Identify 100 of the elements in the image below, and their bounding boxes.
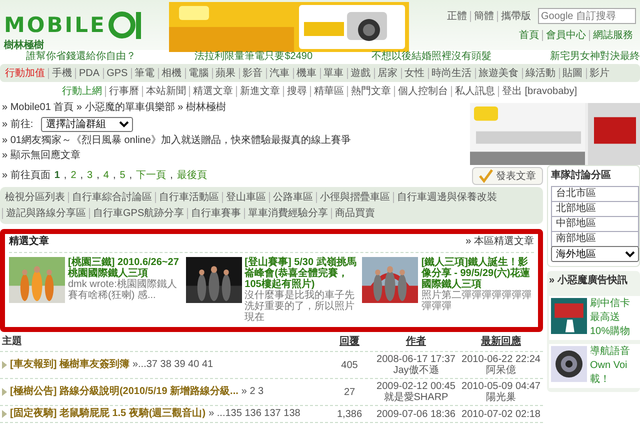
page-links[interactable]: »...37 38 39 40 41 [132, 359, 214, 371]
notice-link[interactable]: » 01網友獨家～《烈日風暴 online》加入就送贈品，快來體驗最擬真的線上賽爭 [2, 135, 470, 147]
nav-link[interactable]: 精選文章 [188, 86, 236, 97]
category-link[interactable]: GPS [102, 68, 131, 78]
breadcrumb-link[interactable]: Mobile01 首頁 [10, 102, 74, 113]
site-link[interactable]: 網誌服務 [589, 30, 636, 41]
language-link[interactable]: 攜帶版 [497, 10, 534, 22]
subforum-link[interactable]: 小徑與摺疊車區 [316, 192, 393, 203]
topic-link[interactable]: [極樹公告] 路線分級說明(2010/5/19 新增路線分級... [10, 386, 238, 398]
promo-link[interactable]: 新宅男女神對決最終 [550, 51, 640, 63]
subforum-link[interactable]: 檢視分區列表 [2, 192, 68, 203]
category-link[interactable]: 電腦 [184, 68, 212, 78]
district-select[interactable]: 海外地區 [551, 246, 639, 262]
category-link[interactable]: 居家 [374, 68, 401, 78]
category-link[interactable]: 汽車 [266, 68, 293, 78]
page-link[interactable]: 2 [70, 170, 76, 182]
post-button[interactable]: 發表文章 [472, 167, 543, 185]
nav-link[interactable]: 本站新聞 [142, 86, 189, 97]
language-link[interactable]: 正體 [444, 10, 470, 22]
topic-link[interactable]: [車友報到] 極樹車友簽到簿 [10, 359, 130, 371]
promo-link[interactable]: 誰幫你省錢還給你自由？ [26, 51, 136, 63]
subforum-link[interactable]: 自行車週邊與保養改裝 [393, 192, 500, 203]
page-link[interactable]: 4 [103, 170, 109, 182]
category-link[interactable]: 筆電 [130, 68, 158, 78]
category-link[interactable]: 手機 [48, 68, 75, 78]
post-time: 2009-07-06 18:36 [376, 408, 456, 420]
ad-link[interactable]: 刷中信卡 [590, 298, 630, 310]
nav-link[interactable]: 搜尋 [282, 86, 310, 97]
page-link[interactable]: 下一頁 [136, 170, 166, 182]
ad-link[interactable]: Own Voi [590, 360, 630, 372]
subforum-link[interactable]: 自行車賽事 [187, 208, 244, 219]
breadcrumb-link[interactable]: 樹林極樹 [186, 102, 226, 113]
nav-link[interactable]: 行事曆 [104, 86, 142, 97]
ad-link[interactable]: 導航語音 [590, 346, 630, 358]
subforum-link[interactable]: 遊記與路線分享區 [2, 208, 89, 219]
post-time: 2008-06-17 17:37 [376, 354, 456, 365]
subforum-link[interactable]: 登山車區 [222, 192, 269, 203]
district-link[interactable]: 台北市區 [551, 186, 639, 202]
category-link[interactable]: 遊戲 [346, 68, 374, 78]
article-link[interactable]: [登山賽事] 5/30 武嶺挑馬崙峰會(恭喜全體完賽，105樓起有照片) [244, 257, 358, 290]
topic-link[interactable]: [固定夜騎] 老鼠騎屁屁 1.5 夜騎(週三觀音山) [10, 408, 206, 420]
category-link[interactable]: 單車 [320, 68, 347, 78]
promo-link[interactable]: 不想以後結婚照裡沒有頭髮 [371, 51, 492, 63]
subforum-link[interactable]: 自行車GPS航跡分享 [89, 208, 188, 219]
page-links[interactable]: » 2 3 [241, 386, 264, 398]
ad-link[interactable]: 載！ [590, 374, 630, 386]
more-link[interactable]: » 本區精選文章 [466, 236, 534, 248]
category-link[interactable]: 旅遊美食 [474, 68, 522, 78]
district-link[interactable]: 中部地區 [551, 216, 639, 232]
category-link[interactable]: 女性 [400, 68, 428, 78]
category-link[interactable]: 相機 [158, 68, 185, 78]
category-link[interactable]: PDA [75, 68, 103, 78]
subforum-link[interactable]: 自行車綜合討論區 [68, 192, 155, 203]
site-link[interactable]: 首頁 [516, 30, 542, 41]
category-link[interactable]: 綠活動 [522, 68, 559, 78]
nav-link[interactable]: 個人控制台 [394, 86, 451, 97]
subforum-link[interactable]: 商品買賣 [331, 208, 378, 219]
author-name[interactable]: Jay傲不遜 [393, 365, 439, 376]
language-link[interactable]: 簡體 [470, 10, 497, 22]
search-field[interactable]: Google 自訂搜尋 [538, 8, 636, 24]
reply-count: 405 [341, 360, 358, 370]
page-link[interactable]: 3 [87, 170, 93, 182]
category-link[interactable]: 機車 [292, 68, 320, 78]
nav-link[interactable]: 行動上網 [58, 86, 105, 97]
replier-name[interactable]: 陽光巢 [486, 392, 516, 403]
nav-link[interactable]: 新進文章 [236, 86, 283, 97]
breadcrumb-link[interactable]: 小惡魔的單車俱樂部 [84, 102, 175, 113]
page-link[interactable]: 1 [54, 170, 60, 182]
category-link[interactable]: 影音 [238, 68, 266, 78]
subforum-link[interactable]: 公路車區 [269, 192, 316, 203]
column-header[interactable]: 作者 [406, 336, 426, 348]
category-link[interactable]: 影片 [586, 68, 613, 78]
category-link[interactable]: 時尚生活 [428, 68, 475, 78]
column-header[interactable]: 回覆 [340, 336, 360, 348]
nav-link[interactable]: 熱門文章 [346, 86, 394, 97]
category-link[interactable]: 貼圖 [558, 68, 586, 78]
page-link[interactable]: 5 [120, 170, 126, 182]
reply-count: 1,386 [336, 408, 362, 420]
category-link[interactable]: 蘋果 [212, 68, 239, 78]
no-reply-link[interactable]: » 顯示無回應文章 [2, 150, 470, 162]
category-link[interactable]: 行動加值 [2, 68, 48, 78]
reply-time: 2010-06-22 22:24 [462, 354, 540, 365]
nav-link[interactable]: 精華區 [310, 86, 347, 97]
column-header[interactable]: 最新回應 [481, 336, 521, 348]
page-link[interactable]: 最後頁 [176, 170, 207, 182]
site-link[interactable]: 會員中心 [542, 30, 589, 41]
author-name[interactable]: 就是愛SHARP [384, 392, 448, 403]
subforum-link[interactable]: 單車消費經驗分享 [244, 208, 332, 219]
nav-link[interactable]: 登出 [bravobaby] [498, 86, 580, 97]
page-links[interactable]: » ...135 136 137 138 [208, 408, 300, 420]
article-link[interactable]: [鐵人三項]鐵人誕生！影像分享 - 99/5/29(六)花蓮國際鐵人三項 [421, 257, 534, 290]
article-link[interactable]: [桃園三鐵] 2010.6/26~27桃園國際鐵人三項 [68, 257, 181, 279]
ad-link[interactable]: 10%購物 [590, 326, 630, 338]
ad-link[interactable]: 最高送 [590, 312, 630, 324]
promo-link[interactable]: 法拉利限量筆電只要$2490 [194, 51, 313, 63]
nav-link[interactable]: 私人訊息 [450, 86, 498, 97]
replier-name[interactable]: 阿呆億 [486, 365, 516, 376]
district-link[interactable]: 北部地區 [551, 201, 639, 217]
forum-select[interactable]: 選擇討論群組 [41, 117, 134, 132]
subforum-link[interactable]: 自行車活動區 [155, 192, 222, 203]
